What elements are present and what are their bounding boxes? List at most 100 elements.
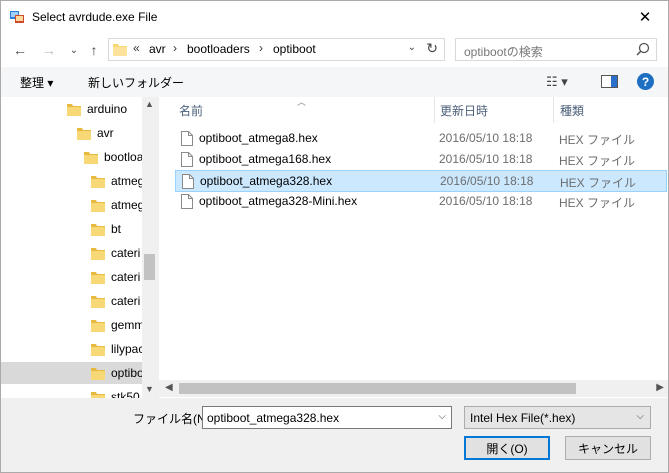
address-bar[interactable]: « avr › bootloaders › optiboot ⌄ ↻ [108, 38, 445, 61]
folder-icon [113, 44, 127, 56]
tree-item-label: lilypac [111, 342, 142, 356]
preview-pane-icon[interactable] [601, 75, 618, 88]
folder-icon [91, 319, 105, 332]
scroll-right-arrow[interactable]: ▶ [656, 382, 664, 393]
scrollbar-thumb[interactable] [179, 383, 576, 394]
file-date: 2016/05/10 18:18 [439, 131, 533, 145]
tree-item[interactable]: avr [77, 122, 114, 144]
navigation-bar: ← → ⌄ ↑ « avr › bootloaders › optiboot ⌄… [1, 33, 668, 67]
column-divider[interactable] [434, 97, 435, 123]
address-history-dropdown[interactable]: ⌄ [408, 42, 416, 53]
cancel-button[interactable]: キャンセル [565, 436, 651, 460]
tree-item-label: cateri [111, 246, 141, 260]
folder-icon [91, 391, 105, 398]
tree-vertical-scrollbar[interactable]: ▲ ▼ [142, 97, 157, 398]
breadcrumb-overflow[interactable]: « [133, 41, 140, 55]
tree-item[interactable]: cateri [91, 242, 140, 264]
tree-item[interactable]: bootloa [84, 146, 142, 168]
filename-input[interactable]: optiboot_atmega328.hex ⌵ [202, 406, 452, 429]
search-input[interactable]: optibootの検索 [455, 38, 657, 61]
file-date: 2016/05/10 18:18 [439, 152, 533, 166]
refresh-button[interactable]: ↻ [426, 40, 438, 57]
tree-item[interactable]: cateri [91, 266, 140, 288]
file-row[interactable]: optiboot_atmega328-Mini.hex 2016/05/10 18… [175, 191, 667, 213]
file-name: optiboot_atmega8.hex [199, 131, 318, 145]
file-name: optiboot_atmega328.hex [200, 174, 333, 188]
column-header-name[interactable]: 名前 [179, 97, 203, 123]
folder-icon [77, 127, 91, 140]
organize-menu[interactable]: 整理 ▾ [20, 74, 53, 91]
tree-item[interactable]: atmeg [91, 194, 142, 216]
file-row[interactable]: optiboot_atmega8.hex 2016/05/10 18:18 HEX … [175, 128, 667, 150]
help-icon[interactable]: ? [637, 73, 654, 90]
file-icon [181, 194, 193, 209]
column-header-date[interactable]: 更新日時 [440, 97, 488, 123]
folder-icon [91, 295, 105, 308]
file-date: 2016/05/10 18:18 [440, 174, 534, 188]
tree-item-label: atmeg [111, 198, 142, 212]
tree-item[interactable]: stk50 [91, 386, 140, 398]
tree-item-label: cateri [111, 270, 141, 284]
title-bar: Select avrdude.exe File ✕ [1, 1, 668, 33]
column-divider[interactable] [553, 97, 554, 123]
scroll-down-arrow[interactable]: ▼ [145, 384, 154, 394]
tree-item-label: arduino [87, 102, 128, 116]
tree-item-label: gemm [111, 318, 142, 332]
file-type-select[interactable]: Intel Hex File(*.hex) ⌵ [464, 406, 651, 429]
file-date: 2016/05/10 18:18 [439, 194, 533, 208]
scrollbar-thumb[interactable] [144, 254, 155, 280]
forward-button[interactable]: → [39, 40, 59, 60]
tree-item[interactable]: cateri [91, 290, 140, 312]
breadcrumb-bootloaders[interactable]: bootloaders [187, 42, 250, 56]
tree-item-label: optibo [111, 366, 142, 380]
command-bar: 整理 ▾ 新しいフォルダー ☷ ▾ ? [1, 67, 668, 97]
file-type: HEX ファイル [560, 176, 637, 190]
tree-item[interactable]: bt [91, 218, 121, 240]
new-folder-button[interactable]: 新しいフォルダー [88, 74, 184, 91]
file-icon [181, 131, 193, 146]
tree-item-label: cateri [111, 294, 141, 308]
folder-icon [84, 151, 98, 164]
file-icon [182, 174, 194, 189]
search-placeholder: optibootの検索 [464, 45, 543, 59]
scroll-up-arrow[interactable]: ▲ [145, 99, 154, 109]
folder-icon [91, 175, 105, 188]
recent-locations-button[interactable]: ⌄ [64, 40, 84, 60]
breadcrumb-optiboot[interactable]: optiboot [273, 42, 316, 56]
view-options-icon[interactable]: ☷ ▾ [546, 74, 568, 90]
file-row[interactable]: optiboot_atmega328.hex 2016/05/10 18:18 HE… [175, 170, 667, 192]
breadcrumb-separator[interactable]: › [173, 41, 177, 55]
breadcrumb-avr[interactable]: avr [149, 42, 166, 56]
close-button[interactable]: ✕ [622, 1, 668, 33]
up-button[interactable]: ↑ [84, 40, 104, 60]
scroll-left-arrow[interactable]: ◀ [165, 382, 173, 393]
column-header-type[interactable]: 種類 [560, 97, 584, 123]
search-icon[interactable] [636, 42, 650, 56]
file-name: optiboot_atmega168.hex [199, 152, 332, 166]
file-row[interactable]: optiboot_atmega168.hex 2016/05/10 18:18 HE… [175, 149, 667, 171]
tree-item-label: bootloa [104, 150, 142, 164]
folder-icon [91, 223, 105, 236]
tree-item[interactable]: gemm [91, 314, 142, 336]
file-list-horizontal-scrollbar[interactable]: ◀ ▶ [159, 380, 668, 397]
tree-item[interactable]: arduino [67, 98, 127, 120]
tree-item-label: bt [111, 222, 122, 236]
folder-icon [91, 199, 105, 212]
tree-item[interactable]: lilypac [91, 338, 142, 360]
chevron-down-icon[interactable]: ⌵ [636, 411, 644, 422]
tree-item-label: avr [97, 126, 114, 140]
folder-icon [91, 247, 105, 260]
filename-value[interactable]: optiboot_atmega328.hex [207, 411, 339, 425]
tree-item[interactable]: optibo [1, 362, 142, 384]
file-type: HEX ファイル [559, 196, 636, 210]
window-title: Select avrdude.exe File [32, 10, 158, 24]
folder-icon [67, 103, 81, 116]
breadcrumb-separator[interactable]: › [259, 41, 263, 55]
open-button[interactable]: 開く(O) [464, 436, 550, 460]
chevron-down-icon[interactable]: ⌵ [438, 411, 446, 422]
tree-item[interactable]: atmeg [91, 170, 142, 192]
tree-item-label: stk50 [111, 390, 140, 398]
tree-item-label: atmeg [111, 174, 142, 188]
back-button[interactable]: ← [10, 40, 30, 60]
file-icon [181, 152, 193, 167]
